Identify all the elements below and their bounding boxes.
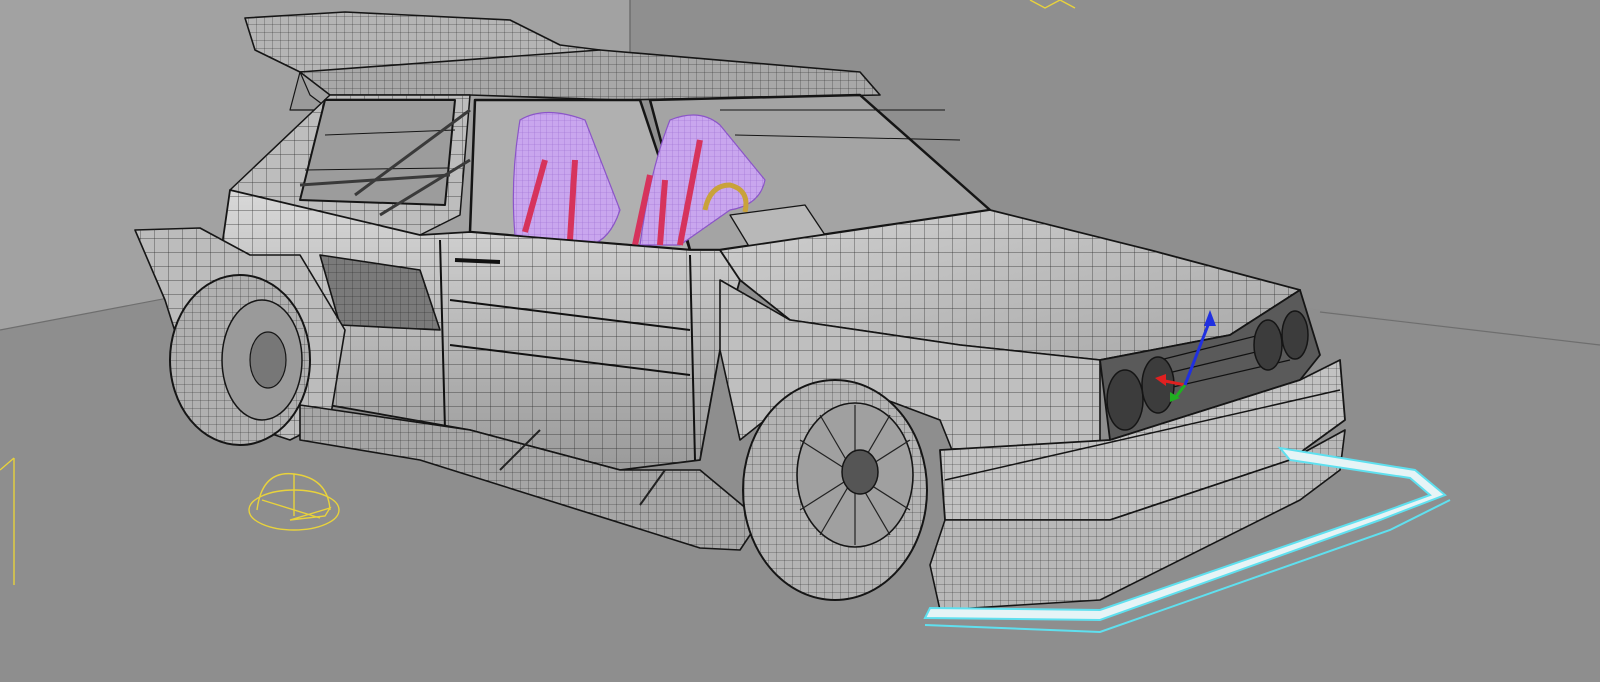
front-wheel — [742, 379, 928, 601]
rear-side-window — [299, 99, 456, 206]
rear-wheel — [169, 274, 311, 446]
3d-viewport[interactable] — [0, 0, 1600, 682]
viewport-scene[interactable] — [0, 0, 1600, 682]
